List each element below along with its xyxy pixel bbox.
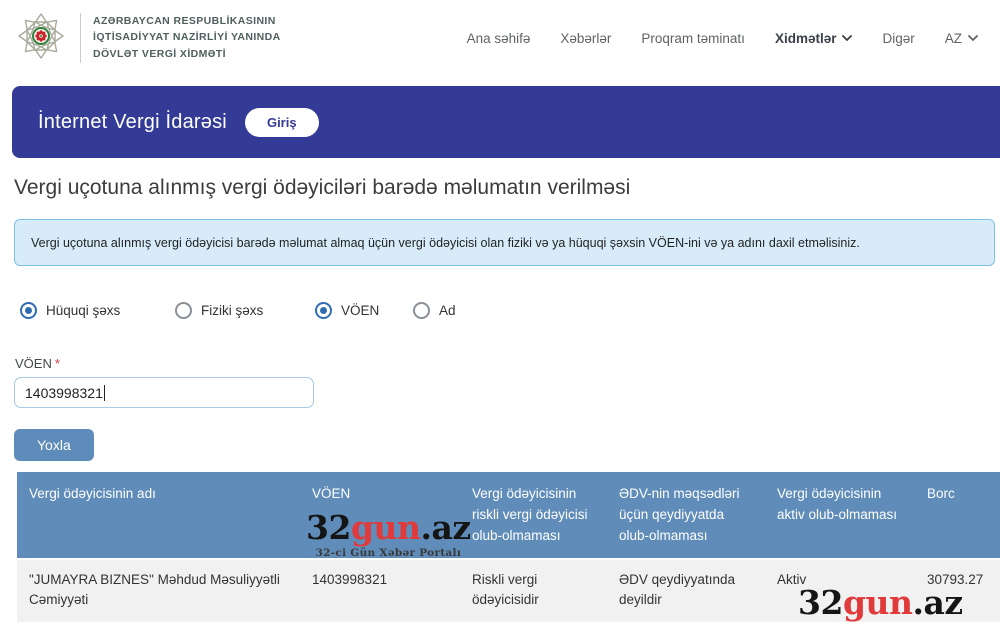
radio-label: Hüquqi şəxs — [46, 303, 120, 318]
radio-circle-icon — [315, 302, 332, 319]
chevron-down-icon — [968, 35, 978, 41]
agency-name-line: İQTİSADİYYAT NAZİRLİYİ YANINDA — [93, 31, 281, 44]
state-tax-emblem-icon — [14, 9, 68, 68]
col-header-vat-status: ƏDV-nin məqsədləri üçün qeydiyyatda olub… — [607, 472, 765, 558]
login-button[interactable]: Giriş — [245, 108, 319, 137]
radio-circle-icon — [20, 302, 37, 319]
page-title: Vergi uçotuna alınmış vergi ödəyiciləri … — [14, 176, 630, 200]
voen-input[interactable]: 1403998321 — [14, 377, 314, 408]
site-header: AZƏRBAYCAN RESPUBLİKASININ İQTİSADİYYAT … — [0, 0, 1000, 76]
required-asterisk: * — [55, 356, 60, 371]
radio-circle-icon — [413, 302, 430, 319]
check-button[interactable]: Yoxla — [14, 429, 94, 461]
col-header-debt: Borc — [915, 472, 1000, 558]
ornament-pattern-icon — [720, 86, 1000, 158]
cell-vat-status: ƏDV qeydiyyatında deyildir — [607, 560, 765, 622]
col-header-active-status: Vergi ödəyicisinin aktiv olub-olmaması — [765, 472, 915, 558]
agency-name-line: DÖVLƏT VERGİ XİDMƏTİ — [93, 48, 281, 61]
nav-news[interactable]: Xəbərlər — [560, 31, 611, 46]
nav-services-label: Xidmətlər — [775, 31, 837, 46]
radio-label: Fiziki şəxs — [201, 303, 263, 318]
table-header-row: Vergi ödəyicisinin adı VÖEN Vergi ödəyic… — [17, 472, 1000, 558]
col-header-voen: VÖEN — [300, 472, 460, 558]
radio-physical-person[interactable]: Fiziki şəxs — [175, 302, 263, 319]
logo[interactable]: AZƏRBAYCAN RESPUBLİKASININ İQTİSADİYYAT … — [14, 9, 281, 68]
language-label: AZ — [945, 31, 962, 46]
agency-name: AZƏRBAYCAN RESPUBLİKASININ İQTİSADİYYAT … — [93, 15, 281, 60]
col-header-risky-status: Vergi ödəyicisinin riskli vergi ödəyicis… — [460, 472, 607, 558]
language-selector[interactable]: AZ — [945, 31, 978, 46]
search-type-radios: Hüquqi şəxs Fiziki şəxs VÖEN Ad — [20, 302, 980, 322]
radio-circle-icon — [175, 302, 192, 319]
banner-title: İnternet Vergi İdarəsi — [38, 111, 227, 134]
cell-risky-status: Riskli vergi ödəyicisidir — [460, 560, 607, 622]
radio-voen[interactable]: VÖEN — [315, 302, 379, 319]
nav-software[interactable]: Proqram təminatı — [641, 31, 745, 46]
cell-taxpayer-name: "JUMAYRA BIZNES" Məhdud Məsuliyyətli Cəm… — [17, 560, 300, 622]
nav-home[interactable]: Ana səhifə — [467, 31, 531, 46]
nav-services[interactable]: Xidmətlər — [775, 31, 853, 46]
results-table: Vergi ödəyicisinin adı VÖEN Vergi ödəyic… — [17, 472, 1000, 622]
radio-legal-entity[interactable]: Hüquqi şəxs — [20, 302, 120, 319]
main-nav: Ana səhifə Xəbərlər Proqram təminatı Xid… — [467, 31, 978, 46]
voen-label-text: VÖEN — [15, 356, 52, 371]
voen-input-value: 1403998321 — [25, 385, 103, 401]
cell-active-status: Aktiv — [765, 560, 915, 622]
cell-voen: 1403998321 — [300, 560, 460, 622]
radio-label: Ad — [439, 303, 456, 318]
col-header-taxpayer-name: Vergi ödəyicisinin adı — [17, 472, 300, 558]
radio-name[interactable]: Ad — [413, 302, 456, 319]
chevron-down-icon — [842, 35, 852, 41]
info-message-text: Vergi uçotuna alınmış vergi ödəyicisi ba… — [31, 236, 860, 250]
radio-label: VÖEN — [341, 303, 379, 318]
nav-other[interactable]: Digər — [882, 31, 914, 46]
cell-debt: 30793.27 — [915, 560, 1000, 622]
logo-divider — [80, 13, 81, 63]
table-row: "JUMAYRA BIZNES" Məhdud Məsuliyyətli Cəm… — [17, 560, 1000, 622]
internet-tax-office-banner: İnternet Vergi İdarəsi Giriş — [12, 86, 1000, 158]
agency-name-line: AZƏRBAYCAN RESPUBLİKASININ — [93, 15, 281, 28]
text-cursor — [104, 385, 105, 401]
info-message: Vergi uçotuna alınmış vergi ödəyicisi ba… — [14, 219, 995, 266]
voen-field-label: VÖEN* — [15, 356, 60, 371]
